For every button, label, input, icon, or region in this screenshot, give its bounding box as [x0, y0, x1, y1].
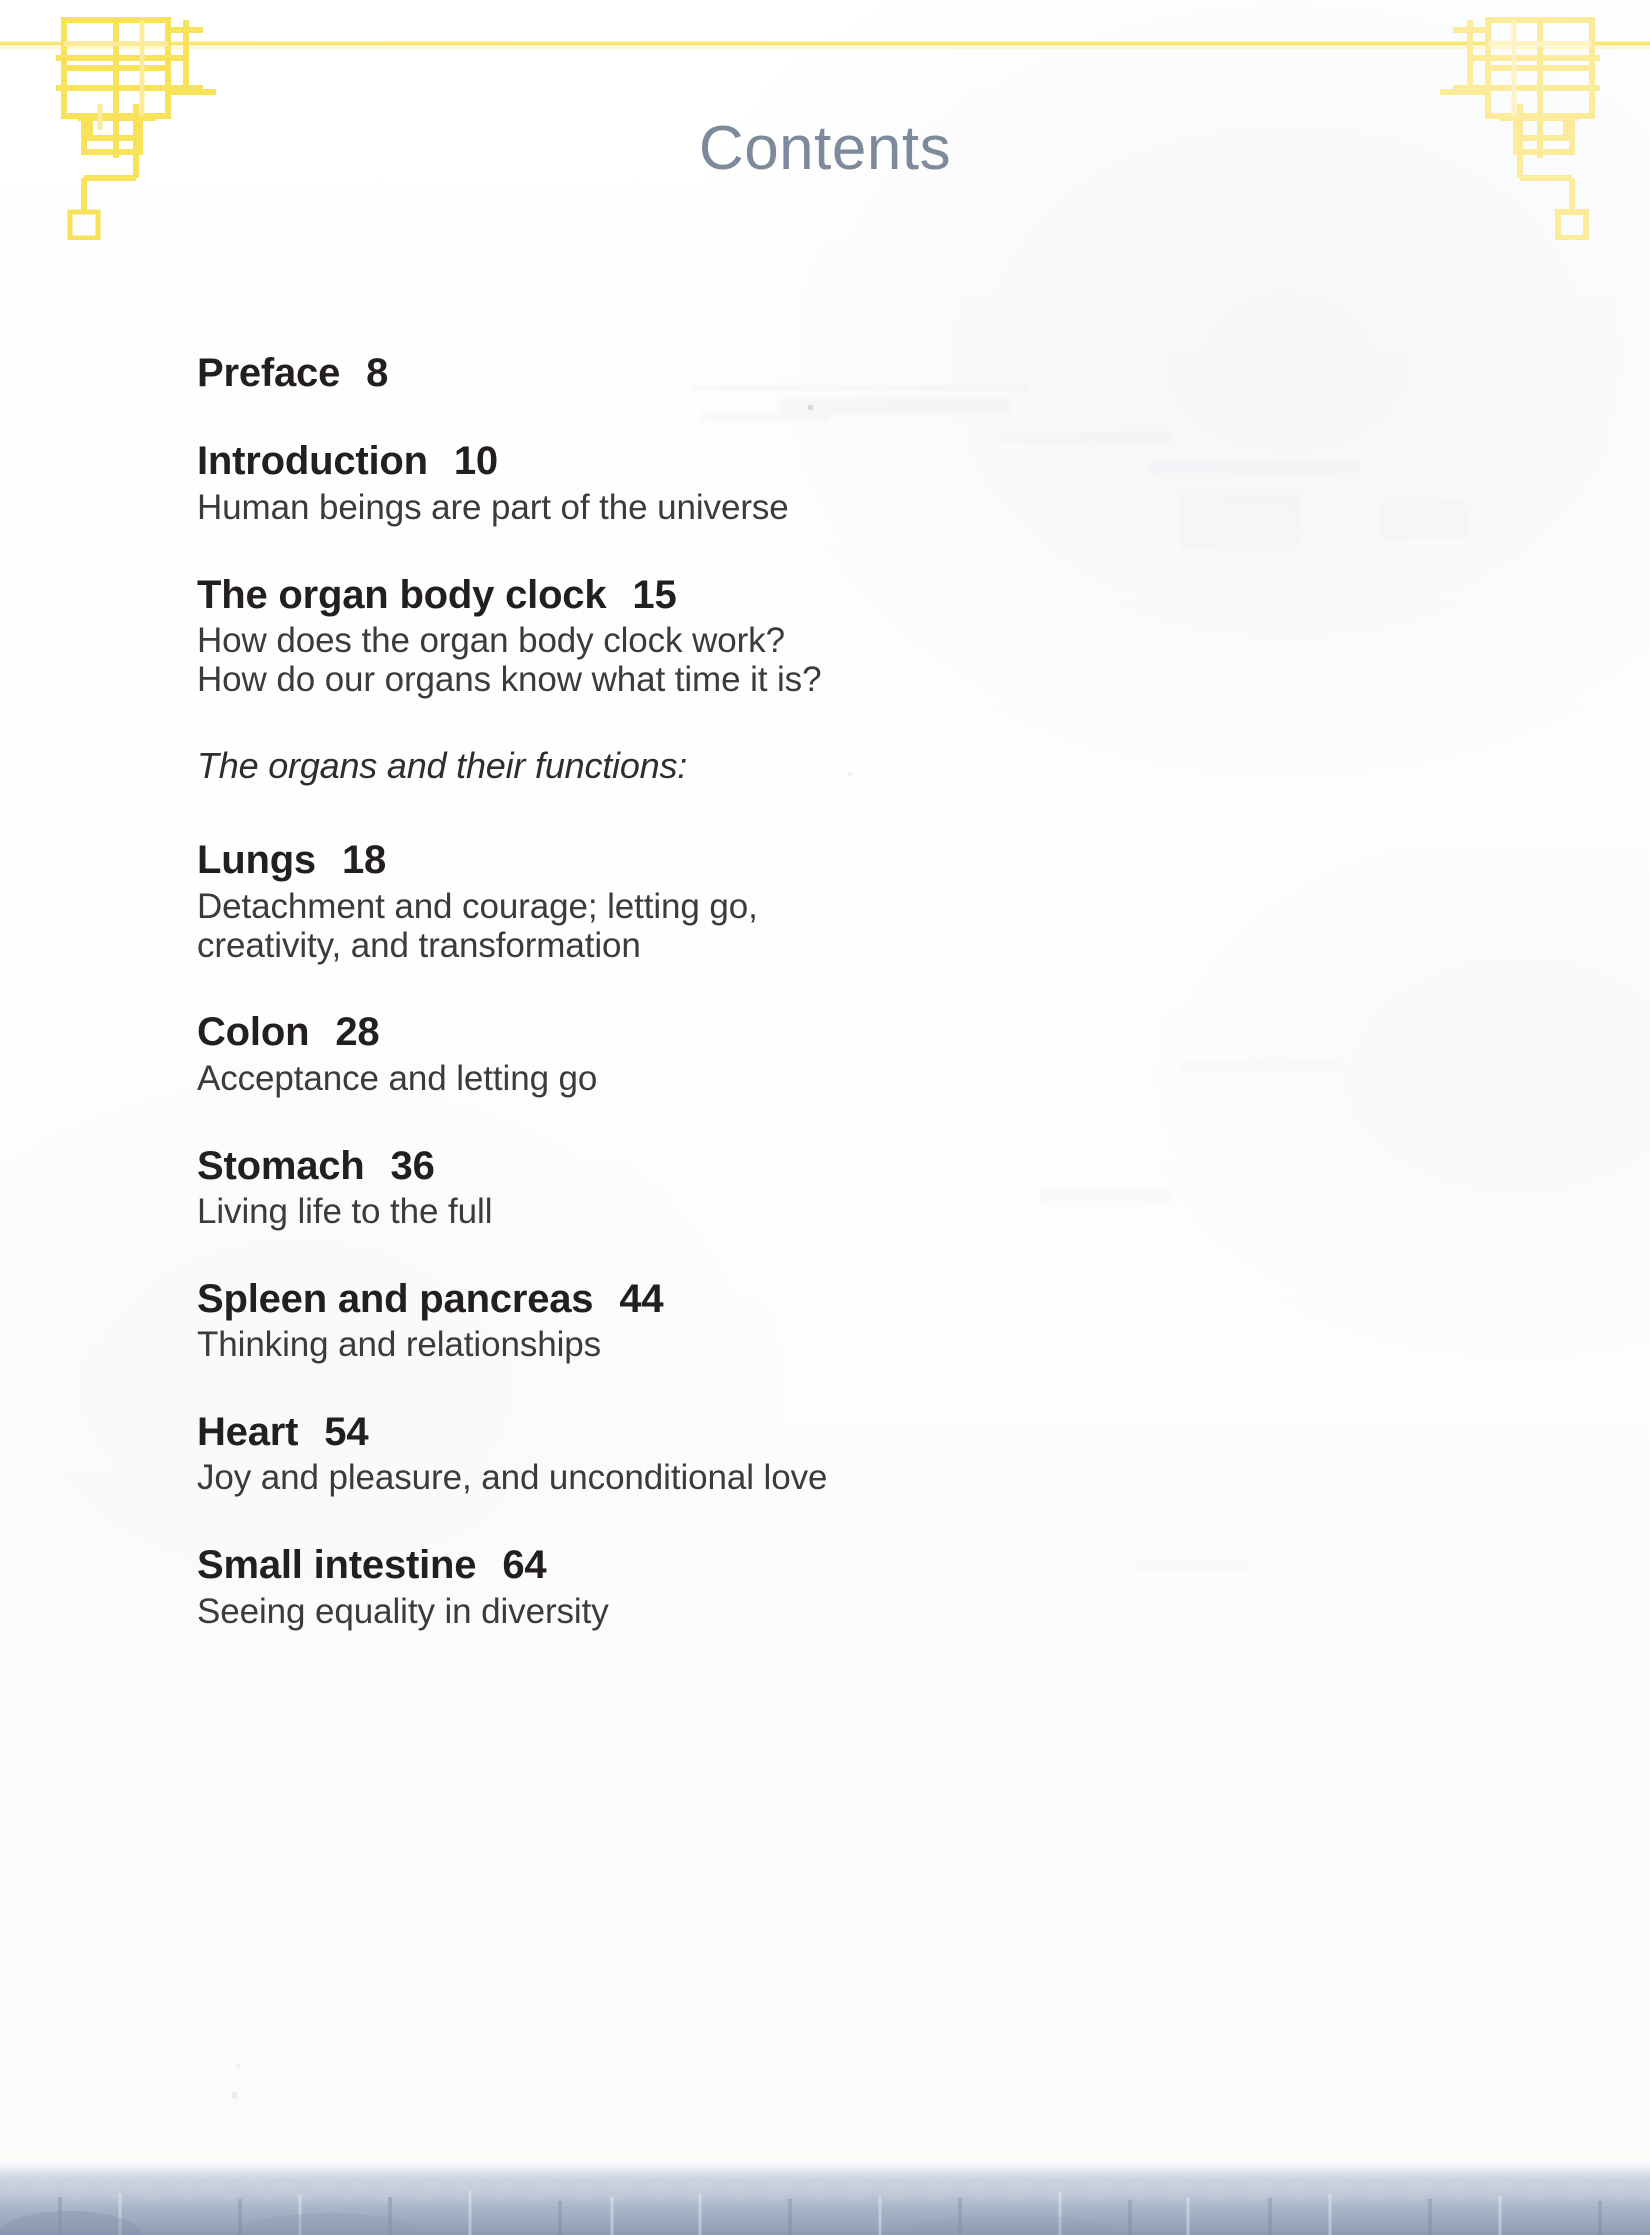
toc-entry-page: 28	[335, 1010, 380, 1055]
toc-entry-introduction[interactable]: Introduction 10 Human beings are part of …	[197, 440, 1197, 527]
scan-artifact	[1180, 490, 1300, 550]
toc-entry-heading: Introduction 10	[197, 440, 1197, 482]
toc-entry-heading: The organ body clock 15	[197, 572, 1197, 617]
toc-entry-preface[interactable]: Preface 8	[197, 352, 1197, 394]
toc-subtitle-line: Detachment and courage; letting go,	[197, 886, 758, 926]
toc-entry-subtitle: How does the organ body clock work? How …	[197, 621, 1197, 700]
page-root: Contents Preface 8 Introduction 10 Human b…	[0, 0, 1650, 2235]
scan-artifact	[1380, 500, 1470, 540]
toc-entry-organ-body-clock[interactable]: The organ body clock 15 How does the orga…	[197, 572, 1197, 700]
toc-entry-page: 18	[341, 838, 387, 883]
toc-entry-subtitle: Thinking and relationships	[197, 1325, 1197, 1365]
toc-entry-lungs[interactable]: Lungs 18 Detachment and courage; letting …	[197, 839, 1197, 965]
toc-entry-colon[interactable]: Colon 28 Acceptance and letting go	[197, 1011, 1197, 1098]
toc-subtitle-line: creativity, and transformation	[197, 925, 641, 965]
toc-entry-title: Small intestine	[197, 1543, 477, 1588]
toc-entry-title: Introduction	[197, 439, 428, 484]
toc-entry-title: The organ body clock	[197, 572, 607, 617]
toc-entry-spleen-and-pancreas[interactable]: Spleen and pancreas 44 Thinking and relat…	[197, 1278, 1197, 1365]
footer-photo-band	[0, 2153, 1650, 2235]
toc-entry-subtitle: Seeing equality in diversity	[197, 1591, 1197, 1632]
toc-subtitle-line: Human beings are part of the universe	[197, 487, 789, 527]
toc-entry-heading: Stomach 36	[197, 1143, 1197, 1188]
toc-subtitle-line: Thinking and relationships	[197, 1325, 602, 1365]
toc-entry-page: 15	[632, 572, 677, 617]
toc-entry-subtitle: Acceptance and letting go	[197, 1058, 1197, 1099]
toc-entry-page: 8	[366, 351, 389, 395]
photo-warm-edge	[0, 2153, 1650, 2159]
toc-entry-stomach[interactable]: Stomach 36 Living life to the full	[197, 1143, 1197, 1232]
toc-subtitle-line: Living life to the full	[197, 1192, 493, 1231]
toc-entry-title: Colon	[197, 1010, 310, 1055]
toc-entry-page: 44	[619, 1276, 664, 1321]
toc-entry-subtitle: Detachment and courage; letting go, crea…	[197, 886, 1197, 966]
toc-entry-title: Preface	[197, 351, 341, 395]
table-of-contents: Preface 8 Introduction 10 Human beings are…	[197, 352, 1197, 1632]
scan-speck	[232, 2092, 237, 2099]
toc-entry-page: 10	[453, 439, 498, 484]
toc-entry-small-intestine[interactable]: Small intestine 64 Seeing equality in div…	[197, 1544, 1197, 1631]
toc-subtitle-line: How do our organs know what time it is?	[197, 659, 822, 699]
toc-subtitle-line: Seeing equality in diversity	[197, 1591, 609, 1631]
toc-subtitle-line: How does the organ body clock work?	[197, 621, 785, 661]
top-yellow-rule-secondary	[0, 47, 1650, 49]
toc-entry-heading: Colon 28	[197, 1011, 1197, 1053]
page-title: Contents	[698, 114, 952, 183]
toc-entry-subtitle: Human beings are part of the universe	[197, 487, 1197, 528]
toc-entry-heading: Heart 54	[197, 1411, 1197, 1453]
toc-entry-page: 36	[390, 1143, 435, 1188]
toc-entry-title: Heart	[197, 1410, 299, 1455]
toc-entry-title: Stomach	[197, 1143, 365, 1188]
top-yellow-rule	[0, 41, 1650, 46]
toc-entry-heart[interactable]: Heart 54 Joy and pleasure, and unconditio…	[197, 1411, 1197, 1498]
toc-entry-heading: Spleen and pancreas 44	[197, 1278, 1197, 1320]
toc-entry-page: 64	[502, 1543, 547, 1588]
toc-entry-subtitle: Joy and pleasure, and unconditional love	[197, 1459, 1197, 1498]
toc-entry-page: 54	[324, 1410, 369, 1455]
toc-entry-title: Spleen and pancreas	[197, 1276, 594, 1321]
toc-entry-heading: Preface 8	[197, 352, 1197, 394]
toc-entry-title: Lungs	[197, 838, 316, 883]
toc-subtitle-line: Acceptance and letting go	[197, 1058, 598, 1098]
toc-section-label: The organs and their functions:	[197, 744, 688, 786]
toc-entry-heading: Small intestine 64	[197, 1544, 1197, 1586]
scan-speck	[236, 2063, 240, 2068]
scan-artifact	[1180, 1060, 1340, 1072]
toc-subtitle-line: Joy and pleasure, and unconditional love	[197, 1458, 828, 1498]
toc-entry-heading: Lungs 18	[197, 839, 1197, 881]
toc-entry-subtitle: Living life to the full	[197, 1192, 1197, 1232]
